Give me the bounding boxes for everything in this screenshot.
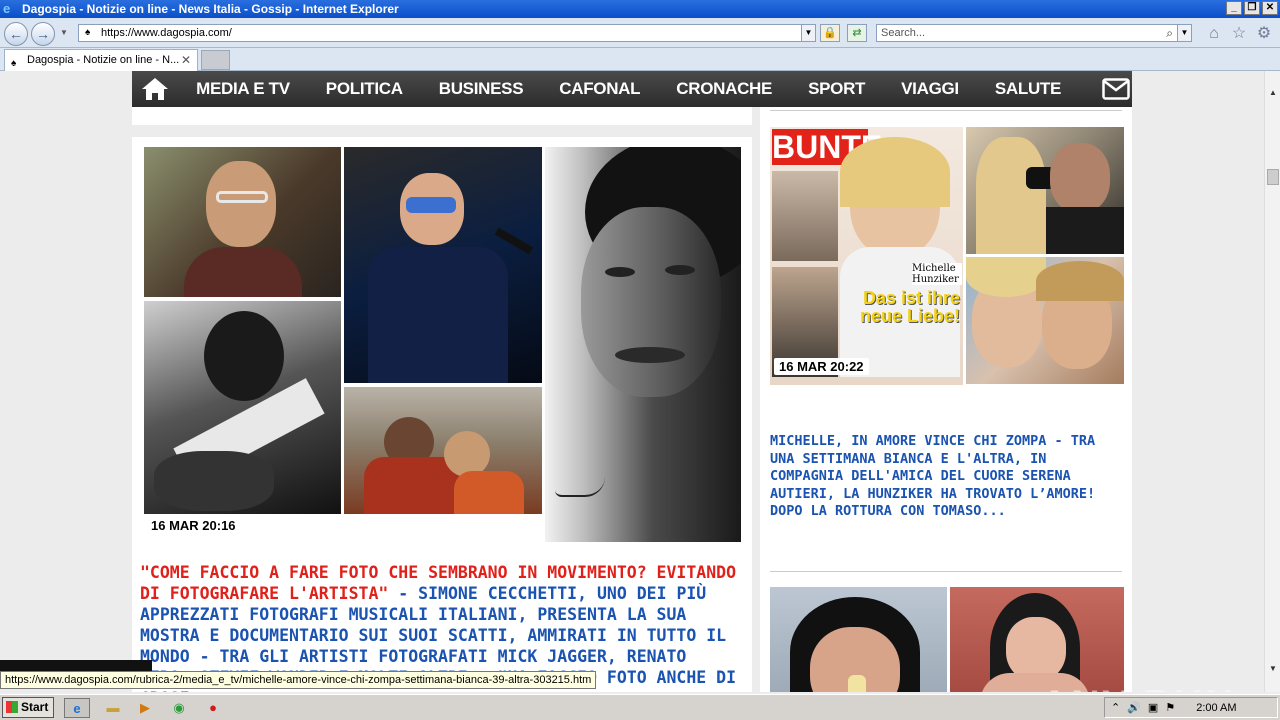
site-navigation-menu: MEDIA E TV POLITICA BUSINESS CAFONAL CRO… bbox=[132, 71, 1132, 107]
tab-title: Dagospia - Notizie on line - N... bbox=[27, 54, 180, 66]
divider bbox=[770, 110, 1122, 111]
back-arrow-icon: ← bbox=[9, 26, 23, 42]
search-icon[interactable]: ⌕ bbox=[1166, 25, 1173, 41]
main-article-card[interactable]: 16 MAR 20:16 "COME FACCIO A FARE FOTO CH… bbox=[132, 137, 752, 692]
taskbar-media-player-icon[interactable]: ▶ bbox=[132, 698, 158, 718]
minimize-button[interactable]: _ bbox=[1226, 1, 1242, 15]
search-placeholder: Search... bbox=[881, 27, 926, 39]
search-dropdown-icon[interactable]: ▼ bbox=[1177, 25, 1191, 41]
tray-expand-icon[interactable]: ⌃ bbox=[1111, 701, 1120, 714]
volume-icon[interactable]: 🔊 bbox=[1127, 701, 1141, 714]
action-center-flag-icon[interactable]: ⚑ bbox=[1165, 701, 1175, 714]
favorites-star-icon[interactable]: ☆ bbox=[1230, 25, 1248, 43]
refresh-icon[interactable]: ⇄ bbox=[847, 24, 867, 42]
scroll-thumb[interactable] bbox=[1267, 169, 1279, 185]
start-label: Start bbox=[21, 700, 49, 714]
photo-elton-john[interactable] bbox=[344, 147, 542, 383]
photo-friends-selfie[interactable] bbox=[966, 257, 1124, 384]
system-tray: ⌃ 🔊 ▣ ⚑ 2:00 AM bbox=[1104, 697, 1278, 718]
maximize-button[interactable]: ❐ bbox=[1244, 1, 1260, 15]
nav-item-salute[interactable]: SALUTE bbox=[977, 71, 1079, 107]
photo-mick-jagger[interactable] bbox=[545, 147, 741, 542]
clock[interactable]: 2:00 AM bbox=[1196, 702, 1236, 714]
anyrun-watermark: ANY RUN bbox=[1040, 683, 1236, 692]
side-article-headline[interactable]: MICHELLE, IN AMORE VINCE CHI ZOMPA - TRA… bbox=[770, 433, 1122, 521]
back-button[interactable]: ← bbox=[4, 22, 28, 46]
page-content: MEDIA E TV POLITICA BUSINESS CAFONAL CRO… bbox=[0, 71, 1264, 692]
start-button[interactable]: Start bbox=[2, 697, 54, 718]
mail-menu-button[interactable] bbox=[1099, 71, 1132, 107]
article-timestamp: 16 MAR 20:16 bbox=[146, 517, 241, 534]
vertical-scrollbar[interactable]: ▲ ▼ bbox=[1264, 71, 1280, 692]
windows-taskbar: Start e ▬ ▶ ◉ ● ⌃ 🔊 ▣ ⚑ 2:00 AM bbox=[0, 694, 1280, 720]
windows-logo-icon bbox=[6, 701, 18, 713]
side-article-timestamp: 16 MAR 20:22 bbox=[774, 358, 869, 375]
photo-guitarist[interactable] bbox=[144, 301, 341, 514]
cover-headline: Das ist ihre neue Liebe! bbox=[859, 288, 960, 326]
scroll-up-icon[interactable]: ▲ bbox=[1265, 85, 1280, 101]
status-url: https://www.dagospia.com/rubrica-2/media… bbox=[0, 671, 596, 689]
nav-item-cafonal[interactable]: CAFONAL bbox=[541, 71, 658, 107]
tab-bar: ♠ Dagospia - Notizie on line - N... ✕ bbox=[0, 48, 1280, 71]
tab-dagospia[interactable]: ♠ Dagospia - Notizie on line - N... ✕ bbox=[4, 49, 198, 71]
forward-button[interactable]: → bbox=[31, 22, 55, 46]
photo-couple-kiss[interactable] bbox=[966, 127, 1124, 254]
internet-explorer-icon: e bbox=[3, 1, 11, 16]
window-title-bar: e Dagospia - Notizie on line - News Ital… bbox=[0, 0, 1280, 18]
settings-gear-icon[interactable]: ⚙ bbox=[1255, 25, 1273, 43]
taskbar-alert-icon[interactable]: ● bbox=[200, 698, 226, 718]
divider bbox=[770, 571, 1122, 572]
home-menu-button[interactable] bbox=[132, 71, 178, 107]
photo-football-players[interactable] bbox=[344, 387, 542, 514]
scroll-down-icon[interactable]: ▼ bbox=[1265, 661, 1280, 677]
nav-item-politica[interactable]: POLITICA bbox=[308, 71, 421, 107]
photo-bunte-cover[interactable]: BUNTE Michelle Hunziker Das ist ihre neu… bbox=[770, 127, 963, 385]
photo-man-glasses[interactable] bbox=[144, 147, 341, 297]
taskbar-ie-icon[interactable]: e bbox=[64, 698, 90, 718]
taskbar-chrome-icon[interactable]: ◉ bbox=[166, 698, 192, 718]
taskbar-folder-icon[interactable]: ▬ bbox=[100, 698, 126, 718]
cover-name: Michelle Hunziker bbox=[912, 263, 962, 285]
home-icon[interactable]: ⌂ bbox=[1205, 25, 1223, 43]
window-title: Dagospia - Notizie on line - News Italia… bbox=[22, 2, 399, 16]
history-dropdown-icon[interactable]: ▼ bbox=[60, 28, 68, 37]
home-icon bbox=[142, 78, 169, 100]
forward-arrow-icon: → bbox=[36, 26, 50, 42]
sidebar-articles: BUNTE Michelle Hunziker Das ist ihre neu… bbox=[760, 107, 1132, 692]
nav-item-sport[interactable]: SPORT bbox=[790, 71, 883, 107]
site-favicon-icon: ♠ bbox=[85, 27, 91, 38]
network-icon[interactable]: ▣ bbox=[1148, 701, 1158, 714]
tab-close-icon[interactable]: ✕ bbox=[181, 50, 191, 70]
nav-item-business[interactable]: BUSINESS bbox=[421, 71, 542, 107]
nav-item-media-e-tv[interactable]: MEDIA E TV bbox=[178, 71, 308, 107]
search-input[interactable]: Search... ⌕ ▼ bbox=[876, 24, 1192, 42]
previous-article-strip bbox=[132, 107, 752, 125]
new-tab-button[interactable] bbox=[201, 50, 230, 70]
nav-item-viaggi[interactable]: VIAGGI bbox=[883, 71, 977, 107]
close-button[interactable]: ✕ bbox=[1262, 1, 1278, 15]
envelope-icon bbox=[1101, 78, 1130, 100]
lock-icon[interactable]: 🔒 bbox=[820, 24, 840, 42]
photo-woman-banana[interactable] bbox=[770, 587, 947, 692]
photo-woman-red-background[interactable] bbox=[950, 587, 1124, 692]
address-dropdown-icon[interactable]: ▼ bbox=[801, 25, 815, 41]
address-text: https://www.dagospia.com/ bbox=[101, 27, 232, 39]
address-bar[interactable]: ♠ https://www.dagospia.com/ ▼ bbox=[78, 24, 816, 42]
browser-toolbar: ← → ▼ ♠ https://www.dagospia.com/ ▼ 🔒 ⇄ … bbox=[0, 18, 1280, 48]
nav-item-cronache[interactable]: CRONACHE bbox=[658, 71, 790, 107]
